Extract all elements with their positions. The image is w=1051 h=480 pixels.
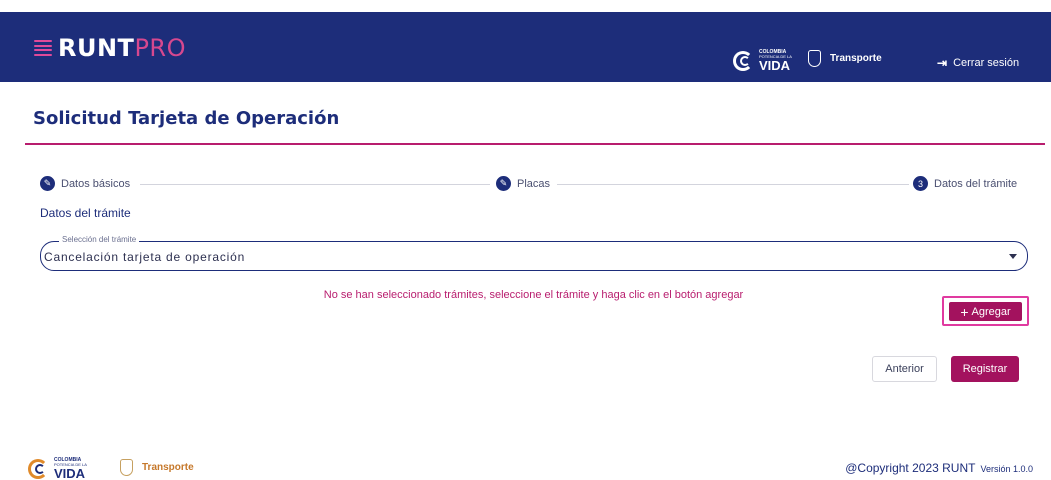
section-title: Datos del trámite (40, 206, 131, 220)
copyright-text: @Copyright 2023 RUNT (845, 461, 976, 475)
select-value: Cancelación tarjeta de operación (44, 250, 246, 264)
step-connector (557, 184, 909, 185)
step-label: Datos básicos (61, 177, 131, 190)
copyright: @Copyright 2023 RUNT Versión 1.0.0 (845, 461, 1033, 475)
top-strip (0, 0, 1051, 12)
logo-runt-text: RUNT (58, 34, 135, 62)
pencil-icon: ✎ (496, 176, 511, 191)
logout-button[interactable]: ⇥ Cerrar sesión (937, 56, 1019, 70)
plus-icon: + (960, 303, 969, 320)
colombia-potencia-logo: COLOMBIA POTENCIA DE LA VIDA (733, 50, 792, 72)
step-datos-tramite[interactable]: 3 Datos del trámite (913, 176, 1018, 191)
add-button-highlight: + Agregar (942, 296, 1029, 326)
step-label: Datos del trámite (934, 177, 1018, 190)
app-header: RUNT PRO COLOMBIA POTENCIA DE LA VIDA Tra… (0, 12, 1051, 82)
menu-icon[interactable] (34, 40, 52, 56)
footer-colombia-logo: COLOMBIA POTENCIA DE LA VIDA (28, 458, 87, 480)
empty-message: No se han seleccionado trámites, selecci… (0, 289, 1051, 301)
pencil-icon: ✎ (40, 176, 55, 191)
add-button-label: Agregar (971, 305, 1011, 318)
step-number: 3 (913, 176, 928, 191)
shield-icon (808, 50, 821, 67)
colombia-big-text: VIDA (759, 58, 791, 73)
step-connector (140, 184, 490, 185)
page-title: Solicitud Tarjeta de Operación (33, 108, 340, 129)
transporte-logo: Transporte (808, 50, 882, 67)
logo-pro-text: PRO (134, 34, 186, 62)
colombia-mark-icon (28, 459, 50, 479)
logout-label: Cerrar sesión (953, 57, 1020, 69)
empty-message-text: No se han seleccionado trámites, selecci… (323, 289, 744, 301)
shield-icon (120, 459, 133, 476)
caret-down-icon[interactable] (1009, 254, 1017, 259)
title-divider (25, 143, 1045, 145)
version-text: Versión 1.0.0 (980, 464, 1033, 474)
colombia-mark-icon (733, 51, 755, 71)
step-datos-basicos[interactable]: ✎ Datos básicos (40, 176, 131, 191)
select-legend: Selección del trámite (59, 235, 140, 244)
logout-icon: ⇥ (937, 56, 948, 70)
colombia-big-text: VIDA (54, 466, 86, 480)
runtpro-logo[interactable]: RUNT PRO (34, 34, 186, 62)
transporte-text: Transporte (830, 53, 882, 64)
step-placas[interactable]: ✎ Placas (496, 176, 551, 191)
transporte-text: Transporte (142, 462, 194, 473)
add-button[interactable]: + Agregar (949, 302, 1022, 321)
stepper: ✎ Datos básicos ✎ Placas 3 Datos del trá… (40, 176, 1030, 192)
step-label: Placas (517, 177, 551, 190)
previous-button[interactable]: Anterior (872, 356, 937, 382)
tramite-select[interactable]: Selección del trámite Cancelación tarjet… (40, 235, 1028, 271)
footer-transporte-logo: Transporte (120, 459, 194, 476)
register-button[interactable]: Registrar (951, 356, 1019, 382)
